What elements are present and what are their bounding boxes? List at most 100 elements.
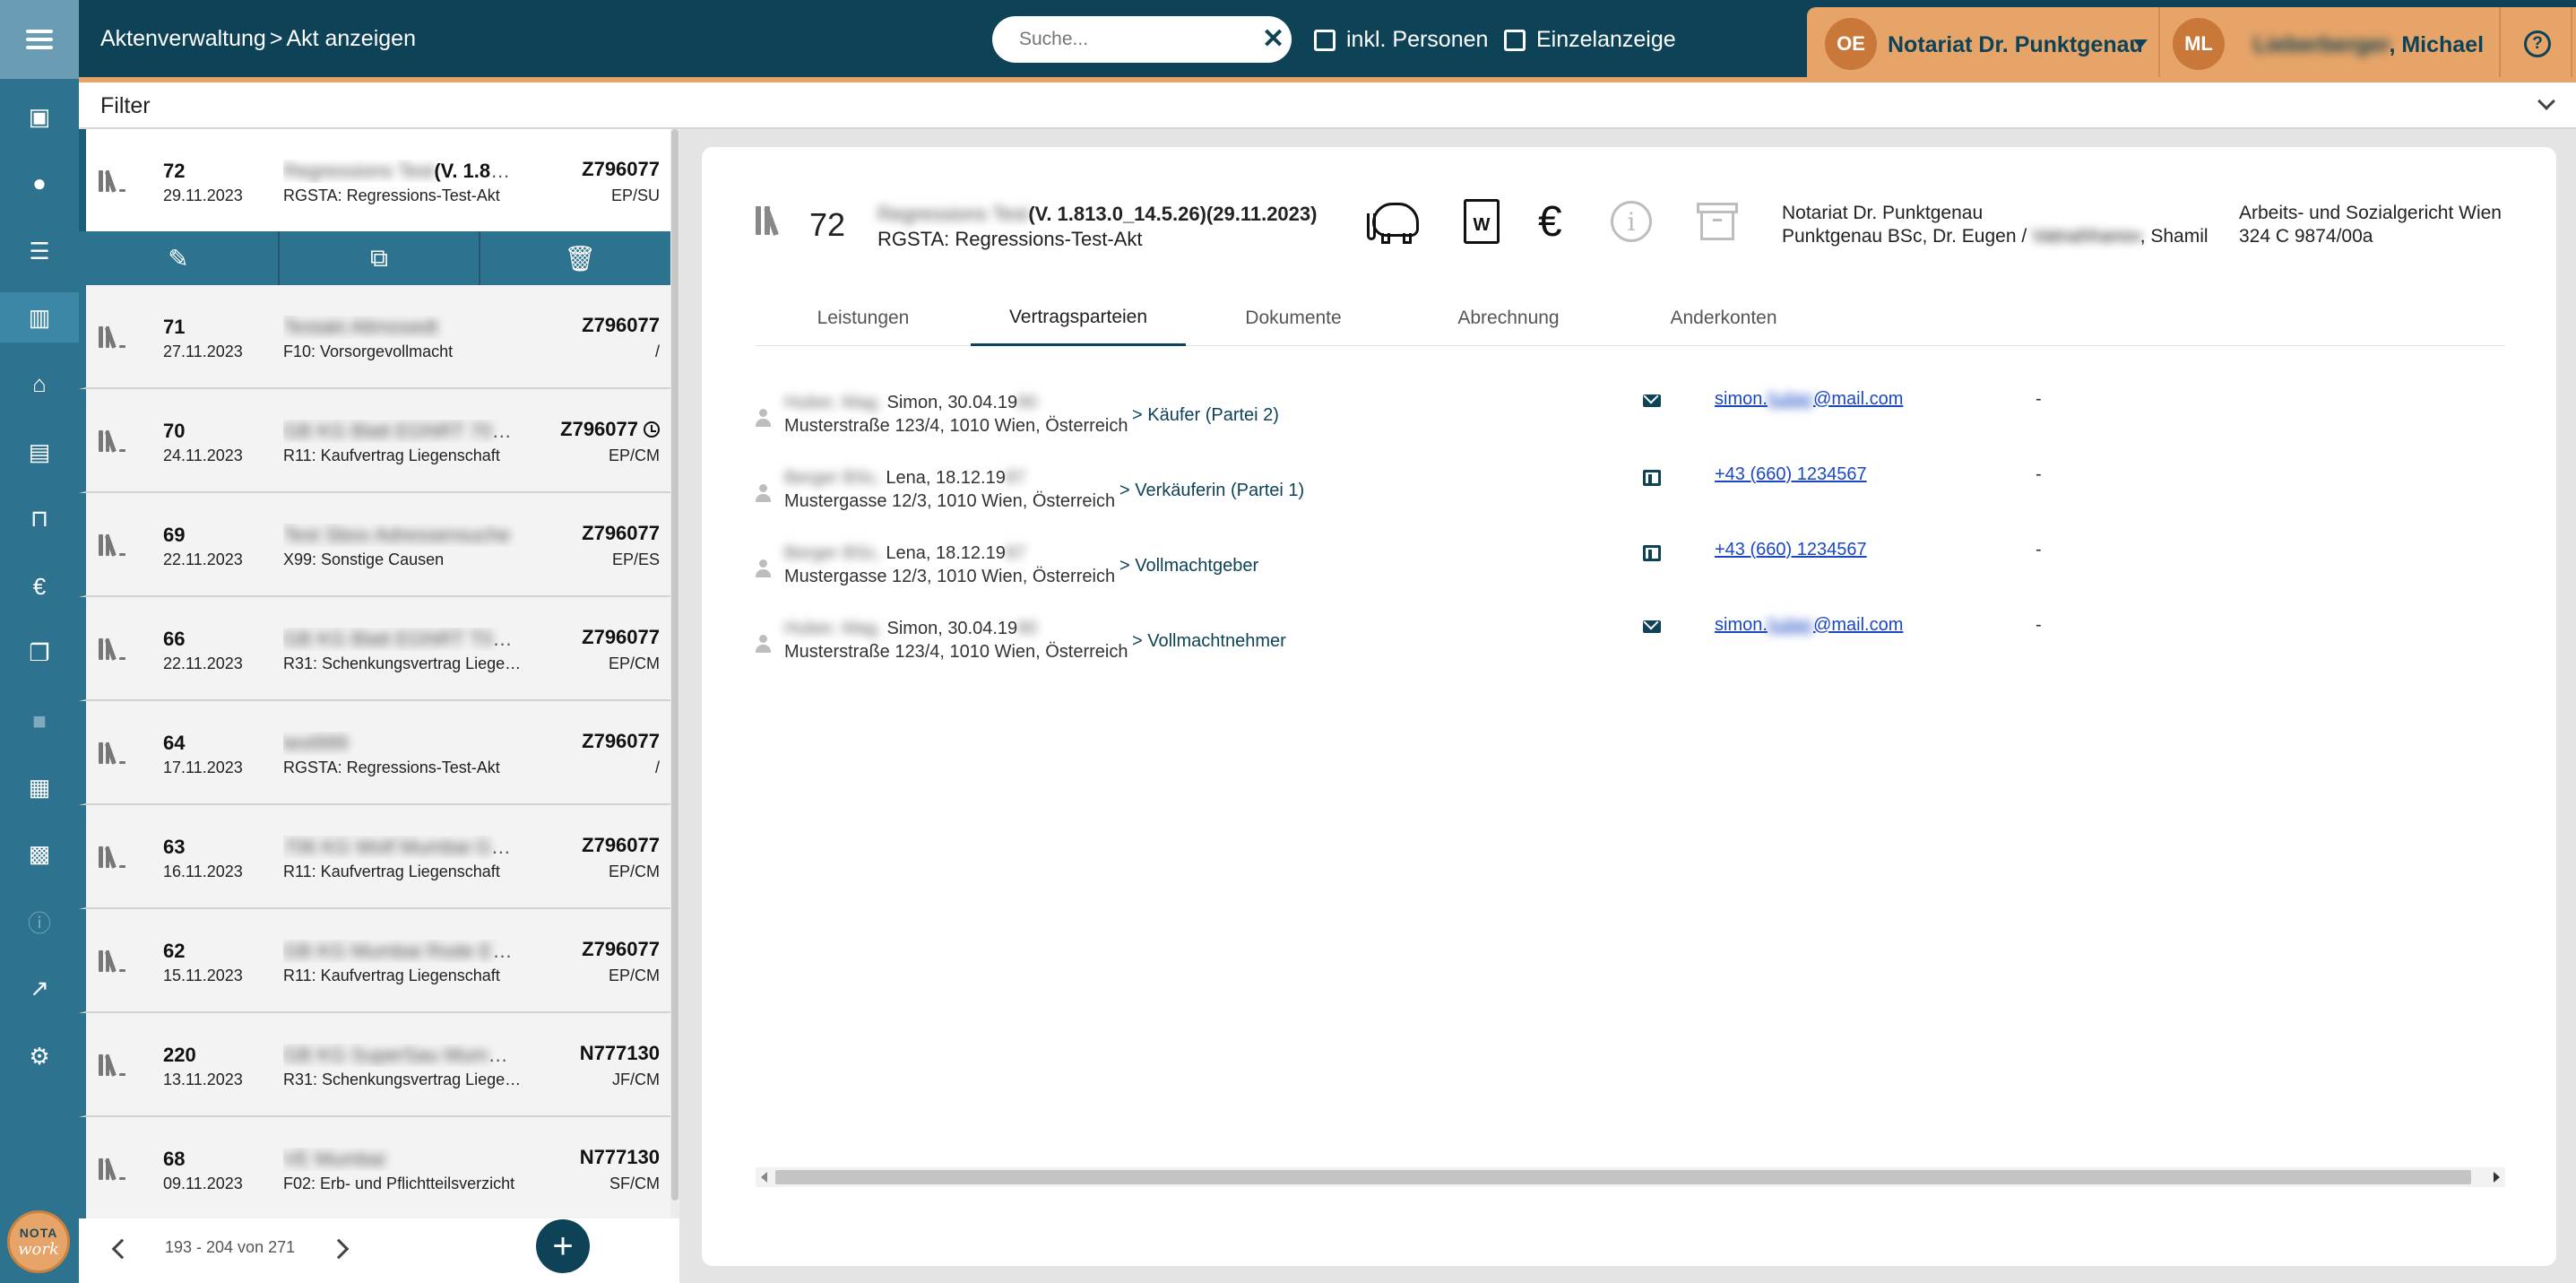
contract-party: Huber, Mag. Simon, 30.04.1980 Musterstraß…	[756, 615, 2505, 669]
copy-button[interactable]: ⧉	[280, 231, 480, 285]
clock-icon	[644, 421, 660, 438]
tab-leistungen[interactable]: Leistungen	[756, 290, 971, 346]
books-icon	[756, 206, 779, 237]
party-role[interactable]: > Vollmachtgeber	[1119, 556, 1258, 576]
file-type: RGSTA: Regressions-Test-Akt	[283, 759, 500, 776]
file-date: 27.11.2023	[163, 342, 243, 360]
nav-settings[interactable]: ⚙	[0, 1031, 79, 1081]
party-extra: -	[2036, 464, 2042, 484]
info-icon: ⓘ	[27, 909, 51, 937]
evernote-elephant-icon[interactable]	[1367, 197, 1424, 244]
email-icon	[1643, 620, 1661, 633]
org-selector[interactable]: Notariat Dr. Punktgenau	[1888, 32, 2143, 58]
responsible-secondary: , Shamil	[2139, 226, 2209, 247]
nav-billing[interactable]: €	[0, 561, 79, 611]
file-number: 69	[163, 524, 186, 546]
chevron-left-icon[interactable]	[111, 1238, 133, 1260]
books-icon	[99, 1053, 125, 1077]
party-name[interactable]: Huber, Mag. Simon, 30.04.1980	[784, 393, 1037, 413]
books-icon	[99, 637, 125, 661]
chevron-right-icon[interactable]	[328, 1238, 350, 1260]
search-input[interactable]	[1019, 29, 1262, 50]
list-item[interactable]: 63 16.11.2023 706 KG Wolf Mumbai GG… R11: K…	[79, 805, 672, 909]
clear-search-icon[interactable]: ✕	[1262, 26, 1284, 53]
file-code-text: Z796077	[582, 730, 660, 752]
scroll-right-icon[interactable]	[2494, 1172, 2500, 1183]
party-extra: -	[2036, 540, 2042, 559]
party-contact-link[interactable]: simon.huber@mail.com	[1715, 389, 1903, 410]
list-item[interactable]: 70 24.11.2023 GB KG Blatt EGNRT 7004WA R11:…	[79, 389, 672, 493]
file-title: Testakt Altmosedt	[283, 316, 516, 339]
list-scrollbar[interactable]	[670, 129, 679, 1218]
caret-down-icon[interactable]	[2133, 39, 2148, 48]
party-contact-link[interactable]: +43 (660) 1234567	[1715, 540, 1867, 560]
include-persons-checkbox[interactable]: inkl. Personen	[1314, 27, 1488, 53]
file-code-text: N777130	[579, 1042, 660, 1064]
notary-office: Notariat Dr. Punktgenau	[1782, 203, 1984, 223]
tab-abrechnung[interactable]: Abrechnung	[1401, 290, 1616, 346]
copy-stack-icon: ❐	[29, 638, 50, 666]
party-contact-link[interactable]: simon.huber@mail.com	[1715, 615, 1903, 636]
file-title: Regressions Test(V. 1.81…	[283, 160, 516, 183]
tab-anderkonten[interactable]: Anderkonten	[1616, 290, 1831, 346]
file-code: N777130	[580, 1042, 660, 1065]
menu-toggle[interactable]	[0, 0, 79, 79]
user-name[interactable]: Lieberberger, Michael	[2253, 32, 2484, 58]
party-role[interactable]: > Verkäuferin (Partei 1)	[1119, 481, 1304, 501]
breadcrumb-root[interactable]: Aktenverwaltung	[100, 26, 266, 51]
list-item[interactable]: 220 13.11.2023 GB KG SuperSau Mumbr… R31: S…	[79, 1013, 672, 1117]
party-role[interactable]: > Käufer (Partei 2)	[1132, 405, 1279, 426]
add-file-button[interactable]: +	[536, 1219, 590, 1273]
nav-kanban[interactable]: ▩	[0, 828, 79, 879]
help-icon[interactable]: ?	[2524, 30, 2551, 57]
single-view-checkbox[interactable]: Einzelanzeige	[1504, 27, 1676, 53]
nav-table[interactable]: ☰	[0, 226, 79, 276]
list-item[interactable]: 71 27.11.2023 Testakt Altmosedt F10: Vorsor…	[79, 285, 672, 389]
list-item[interactable]: 62 15.11.2023 GB KG Mumbai Rode EG… R11: Ka…	[79, 909, 672, 1013]
edit-button[interactable]: ✎	[79, 231, 280, 285]
user-avatar[interactable]: ML	[2173, 18, 2225, 70]
checkbox-icon	[1314, 29, 1336, 51]
filter-bar[interactable]: Filter	[79, 82, 2576, 129]
party-name-visible: Lena, 18.12.19	[880, 543, 1006, 563]
file-date: 22.11.2023	[163, 550, 243, 568]
party-name[interactable]: Berger BSc, Lena, 18.12.1987	[784, 468, 1025, 489]
nav-persons[interactable]: ●	[0, 158, 79, 208]
party-name[interactable]: Huber, Mag. Simon, 30.04.1980	[784, 619, 1037, 639]
horizontal-scrollbar[interactable]	[756, 1167, 2505, 1187]
scrollbar-thumb[interactable]	[775, 1170, 2471, 1184]
nav-statistics[interactable]: ↗	[0, 963, 79, 1013]
nav-file-text[interactable]: ▦	[0, 762, 79, 812]
nav-calendar[interactable]: ▣	[0, 91, 79, 142]
file-title: Test Sbox Adressensuche	[283, 524, 516, 547]
party-contact-link[interactable]: +43 (660) 1234567	[1715, 464, 1867, 485]
file-code-text: N777130	[579, 1146, 660, 1168]
nav-files[interactable]: ▥	[0, 292, 79, 342]
file-title: VE Mumbai	[283, 1148, 516, 1171]
tab-vertragsparteien[interactable]: Vertragsparteien	[971, 290, 1186, 346]
list-item[interactable]: 68 09.11.2023 VE Mumbai F02: Erb- und Pflic…	[79, 1117, 672, 1221]
list-item[interactable]: 72 29.11.2023 Regressions Test(V. 1.81… RGS…	[79, 129, 672, 233]
party-name[interactable]: Berger BSc, Lena, 18.12.1987	[784, 543, 1025, 564]
euro-icon[interactable]: €	[1538, 197, 1562, 247]
list-item[interactable]: 66 22.11.2023 GB KG Blatt EGNRT T00A3A R31:…	[79, 597, 672, 701]
word-document-icon[interactable]: W	[1464, 199, 1500, 244]
file-code: Z796077	[582, 834, 660, 857]
nav-bank[interactable]: ⌂	[0, 359, 79, 409]
file-type: F02: Erb- und Pflichtteilsverzicht	[283, 1175, 515, 1192]
kanban-icon: ▩	[28, 839, 51, 867]
party-role[interactable]: > Vollmachtnehmer	[1132, 631, 1286, 652]
nav-court[interactable]: ⊓	[0, 493, 79, 543]
nav-documents[interactable]: ▤	[0, 427, 79, 477]
chevron-down-icon[interactable]	[2537, 92, 2555, 110]
nav-copies[interactable]: ❐	[0, 628, 79, 678]
list-item[interactable]: 64 17.11.2023 test999 RGSTA: Regressions-Te…	[79, 701, 672, 805]
scrollbar-thumb[interactable]	[671, 129, 679, 1201]
file-date: 09.11.2023	[163, 1175, 243, 1192]
file-title-blurred: GB KG Blatt EGNRT T00A3A	[283, 628, 516, 650]
list-item[interactable]: 69 22.11.2023 Test Sbox Adressensuche X99: …	[79, 493, 672, 597]
delete-button[interactable]: 🗑	[480, 231, 679, 285]
scroll-left-icon[interactable]	[761, 1172, 767, 1183]
tab-dokumente[interactable]: Dokumente	[1186, 290, 1401, 346]
notawork-logo[interactable]: NOTA work	[7, 1210, 70, 1273]
